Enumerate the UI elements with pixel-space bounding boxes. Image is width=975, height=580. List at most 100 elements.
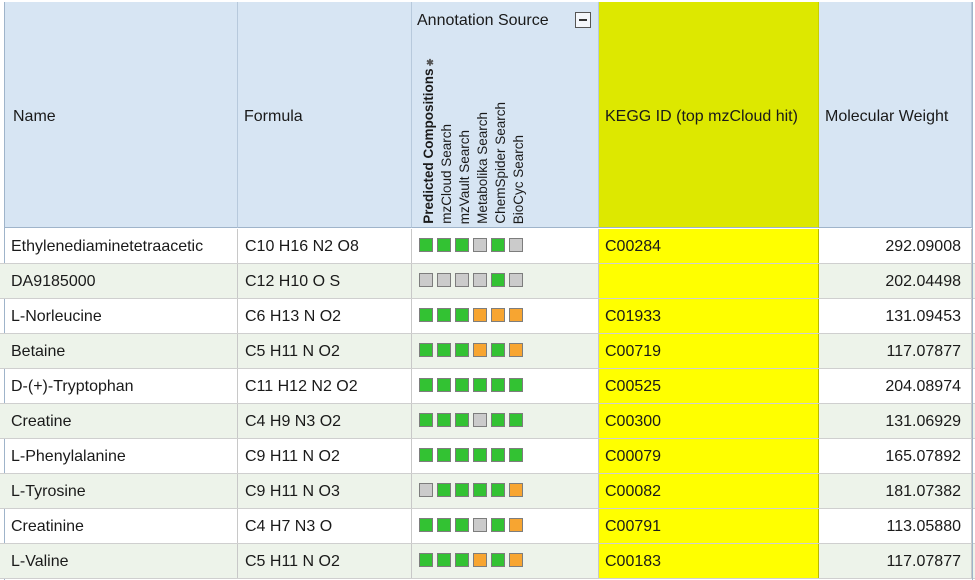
cell-name[interactable]: L-Norleucine <box>5 299 238 333</box>
table-row[interactable]: DA9185000 C12 H10 O S 202.04498 <box>0 264 975 299</box>
annotation-status-green <box>455 518 469 532</box>
cell-name[interactable]: D-(+)-Tryptophan <box>5 369 238 403</box>
annotation-status-orange <box>473 308 487 322</box>
cell-name[interactable]: DA9185000 <box>5 264 238 298</box>
column-header-name[interactable]: Name <box>5 2 238 228</box>
annotation-status-green <box>509 448 523 462</box>
cell-formula[interactable]: C6 H13 N O2 <box>238 299 412 333</box>
cell-annotation-source[interactable] <box>412 509 599 543</box>
annotation-status-green <box>509 378 523 392</box>
annotation-status-green <box>437 448 451 462</box>
annotation-subcolumn-label[interactable]: mzVault Search <box>456 130 473 224</box>
annotation-status-green <box>491 273 505 287</box>
annotation-status-green <box>455 378 469 392</box>
cell-molecular-weight[interactable]: 181.07382 <box>819 474 972 508</box>
table-row[interactable]: D-(+)-Tryptophan C11 H12 N2 O2 C00525 204.0… <box>0 369 975 404</box>
cell-name[interactable]: L-Phenylalanine <box>5 439 238 473</box>
cell-annotation-source[interactable] <box>412 544 599 578</box>
annotation-status-green <box>419 413 433 427</box>
table-row[interactable]: L-Norleucine C6 H13 N O2 C01933 131.09453 <box>0 299 975 334</box>
cell-name[interactable]: Creatinine <box>5 509 238 543</box>
cell-annotation-source[interactable] <box>412 334 599 368</box>
cell-molecular-weight[interactable]: 117.07877 <box>819 334 972 368</box>
annotation-status-green <box>491 483 505 497</box>
table-row[interactable]: Creatinine C4 H7 N3 O C00791 113.05880 <box>0 509 975 544</box>
cell-kegg-id[interactable]: C00079 <box>599 439 819 473</box>
column-header-molecular-weight[interactable]: Molecular Weight <box>819 2 972 228</box>
annotation-status-green <box>473 483 487 497</box>
cell-name[interactable]: L-Tyrosine <box>5 474 238 508</box>
cell-kegg-id[interactable]: C00791 <box>599 509 819 543</box>
column-header-mw-label: Molecular Weight <box>825 108 949 125</box>
cell-molecular-weight[interactable]: 131.09453 <box>819 299 972 333</box>
cell-molecular-weight[interactable]: 204.08974 <box>819 369 972 403</box>
table-row[interactable]: L-Tyrosine C9 H11 N O3 C00082 181.07382 <box>0 474 975 509</box>
cell-name[interactable]: Ethylenediaminetetraacetic <box>5 229 238 263</box>
cell-molecular-weight[interactable]: 292.09008 <box>819 229 972 263</box>
annotation-status-grey <box>509 273 523 287</box>
cell-annotation-source[interactable] <box>412 439 599 473</box>
annotation-status-green <box>437 308 451 322</box>
annotation-subcolumn-label[interactable]: Metabolika Search <box>474 112 491 224</box>
annotation-status-green <box>509 413 523 427</box>
cell-annotation-source[interactable] <box>412 299 599 333</box>
cell-formula[interactable]: C4 H9 N3 O2 <box>238 404 412 438</box>
cell-annotation-source[interactable] <box>412 264 599 298</box>
cell-formula[interactable]: C11 H12 N2 O2 <box>238 369 412 403</box>
cell-kegg-id[interactable]: C00082 <box>599 474 819 508</box>
cell-molecular-weight[interactable]: 113.05880 <box>819 509 972 543</box>
cell-formula[interactable]: C9 H11 N O3 <box>238 474 412 508</box>
annotation-status-green <box>437 518 451 532</box>
cell-kegg-id[interactable]: C01933 <box>599 299 819 333</box>
annotation-status-grey <box>437 273 451 287</box>
table-row[interactable]: L-Phenylalanine C9 H11 N O2 C00079 165.0789… <box>0 439 975 474</box>
cell-name[interactable]: L-Valine <box>5 544 238 578</box>
cell-formula[interactable]: C5 H11 N O2 <box>238 544 412 578</box>
annotation-source-group-header[interactable]: Annotation Source <box>412 2 598 38</box>
collapse-group-button[interactable] <box>575 12 591 28</box>
annotation-status-grey <box>473 413 487 427</box>
annotation-status-green <box>455 413 469 427</box>
column-header-formula[interactable]: Formula <box>238 2 412 228</box>
column-header-kegg-label: KEGG ID (top mzCloud hit) <box>605 108 798 125</box>
cell-formula[interactable]: C10 H16 N2 O8 <box>238 229 412 263</box>
annotation-status-orange <box>473 553 487 567</box>
cell-annotation-source[interactable] <box>412 404 599 438</box>
annotation-status-green <box>419 553 433 567</box>
cell-formula[interactable]: C4 H7 N3 O <box>238 509 412 543</box>
cell-kegg-id[interactable]: C00719 <box>599 334 819 368</box>
annotation-subcolumn-label[interactable]: BioCyc Search <box>510 135 527 224</box>
cell-kegg-id[interactable]: C00300 <box>599 404 819 438</box>
cell-molecular-weight[interactable]: 165.07892 <box>819 439 972 473</box>
cell-kegg-id[interactable]: C00183 <box>599 544 819 578</box>
cell-formula[interactable]: C12 H10 O S <box>238 264 412 298</box>
cell-molecular-weight[interactable]: 131.06929 <box>819 404 972 438</box>
annotation-subcolumn-label[interactable]: Predicted Compositions ✱ <box>420 56 438 224</box>
cell-molecular-weight[interactable]: 202.04498 <box>819 264 972 298</box>
annotation-subcolumn-label[interactable]: mzCloud Search <box>438 124 455 224</box>
cell-name[interactable]: Betaine <box>5 334 238 368</box>
cell-kegg-id[interactable]: C00525 <box>599 369 819 403</box>
table-row[interactable]: Ethylenediaminetetraacetic C10 H16 N2 O8 C… <box>0 229 975 264</box>
cell-formula[interactable]: C5 H11 N O2 <box>238 334 412 368</box>
annotation-subcolumn-label[interactable]: ChemSpider Search <box>492 102 509 224</box>
annotation-status-orange <box>473 343 487 357</box>
annotation-status-green <box>437 343 451 357</box>
cell-formula[interactable]: C9 H11 N O2 <box>238 439 412 473</box>
cell-annotation-source[interactable] <box>412 369 599 403</box>
cell-annotation-source[interactable] <box>412 229 599 263</box>
annotation-status-green <box>437 378 451 392</box>
cell-kegg-id[interactable]: C00284 <box>599 229 819 263</box>
annotation-status-orange <box>509 553 523 567</box>
cell-molecular-weight[interactable]: 117.07877 <box>819 544 972 578</box>
cell-name[interactable]: Creatine <box>5 404 238 438</box>
table-row[interactable]: L-Valine C5 H11 N O2 C00183 117.07877 <box>0 544 975 579</box>
annotation-status-green <box>455 553 469 567</box>
table-row[interactable]: Creatine C4 H9 N3 O2 C00300 131.06929 <box>0 404 975 439</box>
cell-annotation-source[interactable] <box>412 474 599 508</box>
table-row[interactable]: Betaine C5 H11 N O2 C00719 117.07877 <box>0 334 975 369</box>
annotation-status-green <box>437 238 451 252</box>
annotation-status-green <box>455 343 469 357</box>
column-header-kegg[interactable]: KEGG ID (top mzCloud hit) <box>599 2 819 228</box>
cell-kegg-id[interactable] <box>599 264 819 298</box>
